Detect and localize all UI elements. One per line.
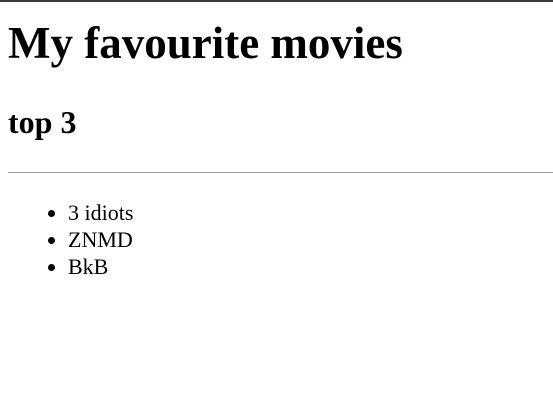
window-top-border — [0, 0, 553, 2]
horizontal-divider — [8, 172, 553, 173]
list-item: 3 idiots — [68, 199, 553, 226]
movie-list: 3 idiots ZNMD BkB — [8, 199, 553, 280]
list-item: BkB — [68, 253, 553, 280]
page-subtitle: top 3 — [8, 104, 77, 140]
list-item: ZNMD — [68, 226, 553, 253]
page-title: My favourite movies — [8, 18, 403, 68]
